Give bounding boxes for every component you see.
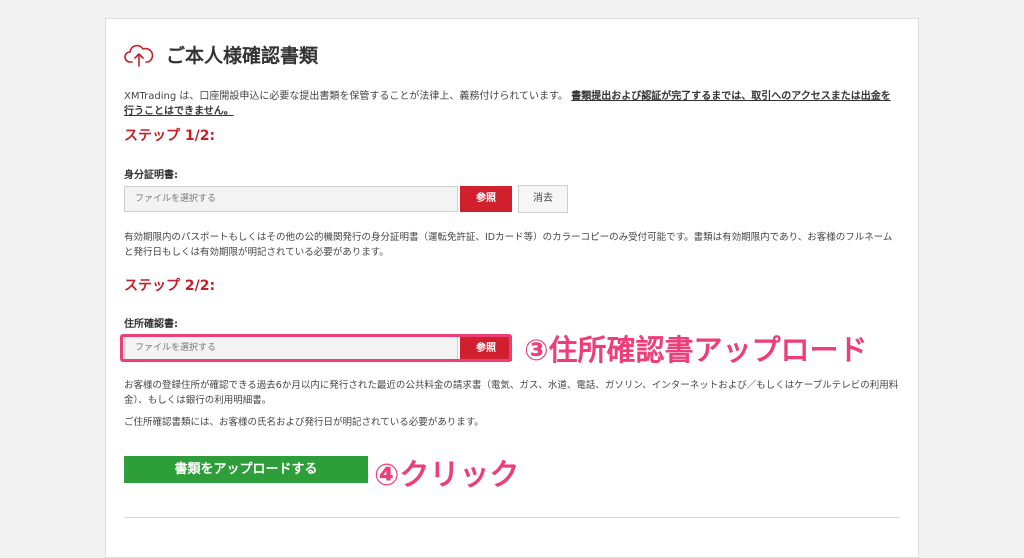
identity-clear-button[interactable]: 消去 xyxy=(518,185,568,213)
intro-body: XMTrading は、口座開設申込に必要な提出書類を保管することが法律上、義務… xyxy=(124,91,569,102)
identity-note: 有効期限内のパスポートもしくはその他の公的機関発行の身分証明書（運転免許証、ID… xyxy=(124,232,893,258)
address-document-label: 住所確認書: xyxy=(124,319,178,330)
annotation-step4: ④クリック xyxy=(374,458,520,493)
identity-browse-button[interactable]: 参照 xyxy=(460,186,512,212)
card-header: ご本人様確認書類 xyxy=(124,41,318,68)
identity-file-input[interactable]: ファイルを選択する xyxy=(124,186,458,212)
step2-heading: ステップ 2/2: xyxy=(124,278,216,294)
annotation-step3: ③住所確認書アップロード xyxy=(524,333,868,367)
identity-document-label: 身分証明書: xyxy=(124,170,178,181)
divider xyxy=(124,517,900,518)
step1-heading: ステップ 1/2: xyxy=(124,128,216,144)
address-note-2: ご住所確認書類には、お客様の氏名および発行日が明記されている必要があります。 xyxy=(124,417,484,428)
page-title: ご本人様確認書類 xyxy=(166,45,319,67)
upload-documents-button[interactable]: 書類をアップロードする xyxy=(124,456,368,483)
cloud-upload-icon xyxy=(124,44,154,67)
address-input-highlight xyxy=(120,334,512,362)
intro-text: XMTrading は、口座開設申込に必要な提出書類を保管することが法律上、義務… xyxy=(124,89,900,119)
address-note: お客様の登録住所が確認できる過去6か月以内に発行された最近の公共料金の請求書（電… xyxy=(124,380,899,406)
